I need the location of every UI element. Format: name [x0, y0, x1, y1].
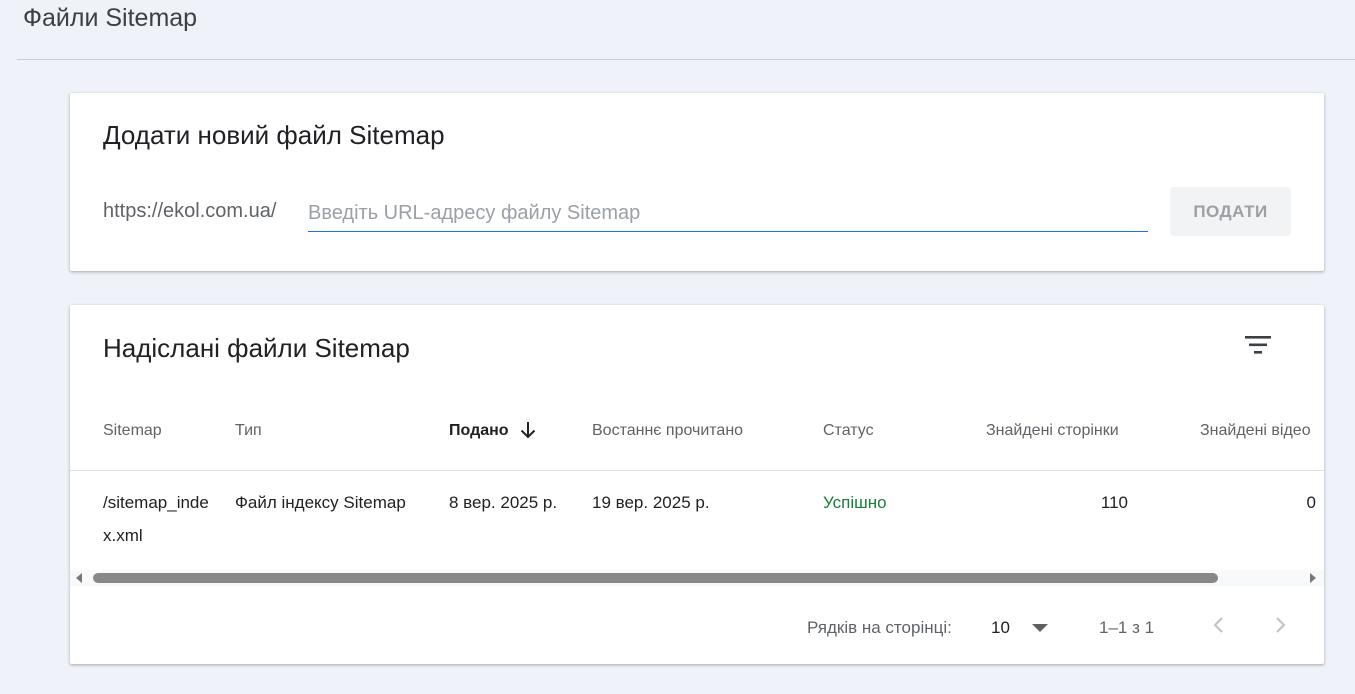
next-page-button[interactable]: [1265, 610, 1295, 640]
scroll-right-icon[interactable]: [1310, 573, 1316, 583]
page-header: Файли Sitemap: [0, 0, 1355, 60]
submitted-sitemaps-card: Надіслані файли Sitemap Sitemap Тип Пода…: [70, 305, 1324, 664]
column-header-sitemap[interactable]: Sitemap: [103, 422, 162, 440]
page-title: Файли Sitemap: [23, 4, 198, 32]
column-header-pages[interactable]: Знайдені сторінки: [986, 422, 1119, 440]
column-header-status[interactable]: Статус: [823, 422, 874, 440]
caret-down-icon: [1032, 624, 1048, 632]
cell-type: Файл індексу Sitemap: [235, 493, 406, 512]
column-header-videos[interactable]: Знайдені відео: [1200, 422, 1311, 440]
arrow-down-icon: [520, 422, 536, 439]
pagination-range: 1–1 з 1: [1099, 618, 1155, 637]
cell-videos: 0: [1306, 493, 1316, 512]
column-header-submitted-label: Подано: [449, 422, 509, 439]
chevron-left-icon: [1213, 617, 1223, 633]
previous-page-button[interactable]: [1204, 610, 1234, 640]
submitted-sitemaps-title: Надіслані файли Sitemap: [103, 333, 410, 363]
chevron-right-icon: [1276, 617, 1286, 633]
horizontal-scrollbar[interactable]: [70, 570, 1324, 586]
scrollbar-thumb[interactable]: [93, 573, 1218, 583]
cell-pages: 110: [1100, 493, 1128, 512]
table-header-divider: [70, 470, 1324, 471]
submit-button[interactable]: ПОДАТИ: [1170, 187, 1291, 236]
filter-list-icon: [1245, 336, 1271, 354]
cell-sitemap[interactable]: /sitemap_index.xml: [103, 486, 213, 552]
scroll-left-icon[interactable]: [76, 573, 82, 583]
filter-button[interactable]: [1240, 329, 1276, 361]
url-prefix: https://ekol.com.ua/: [103, 200, 277, 222]
column-header-submitted[interactable]: Подано: [449, 422, 536, 440]
sitemap-url-input[interactable]: [308, 196, 1148, 232]
add-sitemap-title: Додати новий файл Sitemap: [103, 120, 445, 150]
column-header-last-read[interactable]: Востаннє прочитано: [592, 422, 743, 440]
cell-last-read: 19 вер. 2025 р.: [592, 493, 710, 512]
header-divider: [17, 59, 1355, 60]
cell-submitted: 8 вер. 2025 р.: [449, 493, 558, 512]
rows-per-page-label: Рядків на сторінці:: [807, 618, 952, 637]
add-sitemap-card: Додати новий файл Sitemap https://ekol.c…: [70, 93, 1324, 271]
cell-status: Успішно: [823, 493, 887, 512]
rows-per-page-value: 10: [991, 618, 1010, 637]
column-header-type[interactable]: Тип: [235, 422, 262, 440]
rows-per-page-select[interactable]: 10: [988, 611, 1054, 643]
